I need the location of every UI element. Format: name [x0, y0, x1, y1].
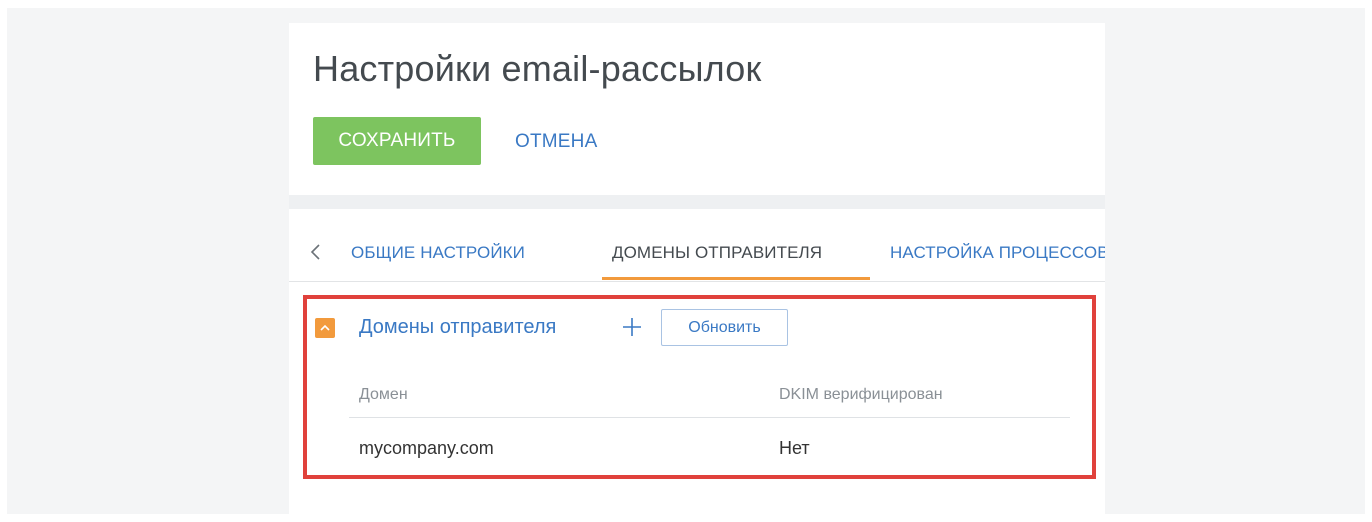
- header-divider: [349, 417, 1070, 418]
- active-tab-indicator: [602, 277, 870, 280]
- tab-sender-domains[interactable]: ДОМЕНЫ ОТПРАВИТЕЛЯ: [612, 243, 822, 263]
- tab-bar-border: [289, 281, 1105, 282]
- plus-icon[interactable]: [621, 316, 643, 338]
- tab-bar: ОБЩИЕ НАСТРОЙКИ ДОМЕНЫ ОТПРАВИТЕЛЯ НАСТР…: [289, 209, 1105, 283]
- tab-general-settings[interactable]: ОБЩИЕ НАСТРОЙКИ: [351, 243, 525, 263]
- refresh-button[interactable]: Обновить: [661, 309, 788, 346]
- column-header-dkim[interactable]: DKIM верифицирован: [779, 386, 943, 404]
- chevron-left-icon[interactable]: [308, 242, 322, 262]
- column-header-domain[interactable]: Домен: [359, 386, 408, 404]
- section-divider: [289, 195, 1105, 209]
- page-title: Настройки email-рассылок: [313, 48, 762, 89]
- cell-dkim: Нет: [779, 438, 810, 458]
- cell-domain: mycompany.com: [359, 438, 494, 458]
- cancel-button[interactable]: ОТМЕНА: [515, 131, 597, 153]
- save-button[interactable]: СОХРАНИТЬ: [313, 117, 481, 165]
- detail-title[interactable]: Домены отправителя: [359, 316, 556, 339]
- chevron-up-icon[interactable]: [315, 318, 335, 338]
- tab-process-settings[interactable]: НАСТРОЙКА ПРОЦЕССОВ: [890, 243, 1105, 263]
